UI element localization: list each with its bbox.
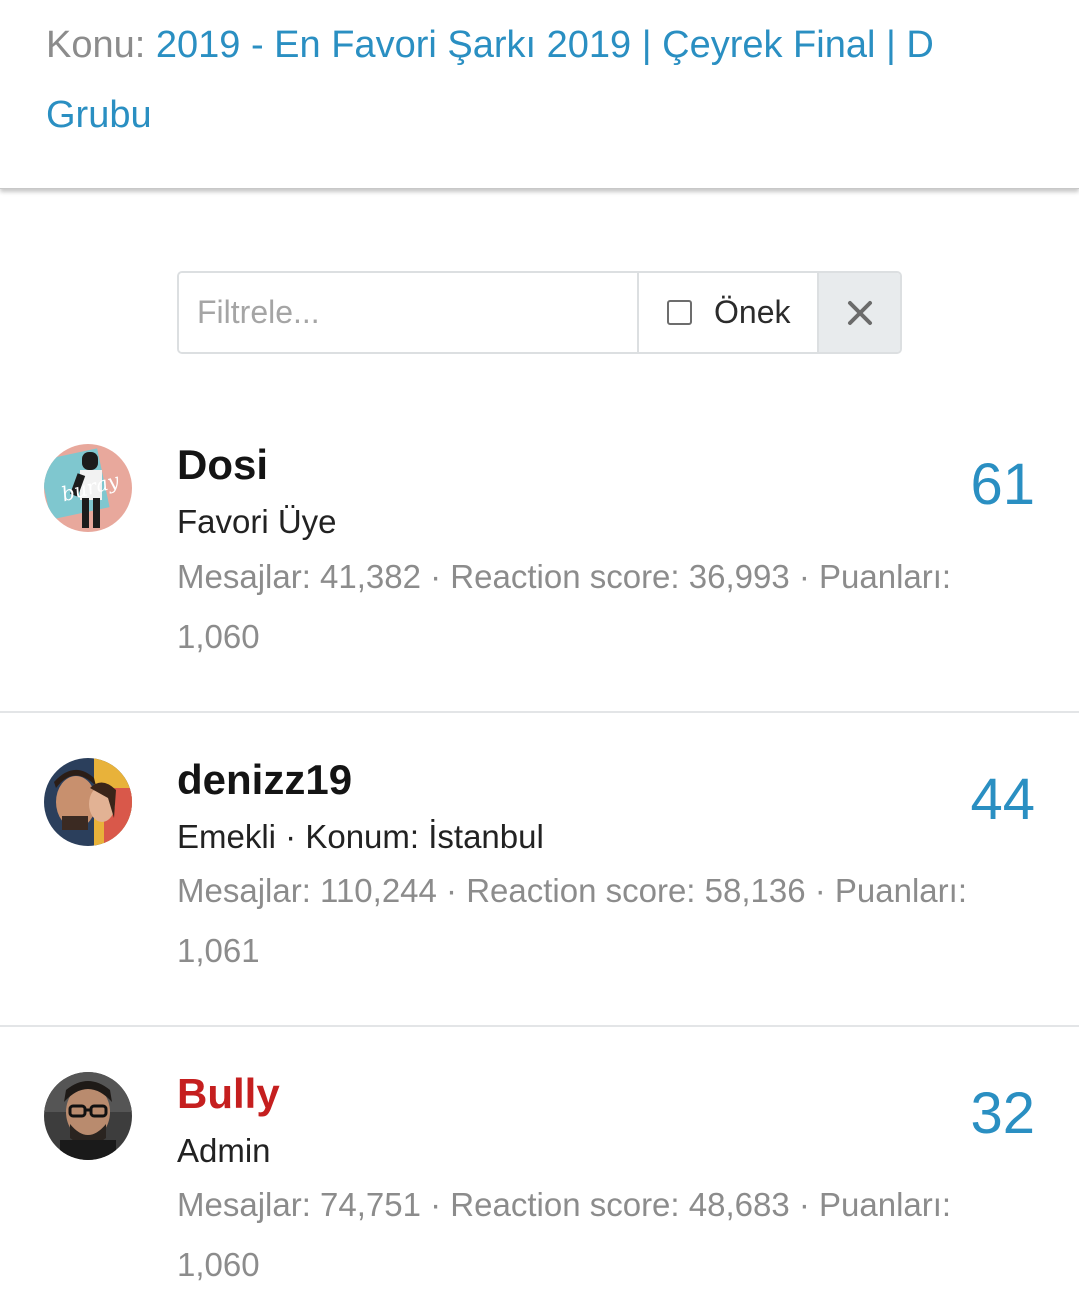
member-user-title: Admin	[177, 1132, 271, 1169]
prefix-toggle[interactable]: Önek	[639, 273, 819, 352]
page-title: Konu: 2019 - En Favori Şarkı 2019 | Çeyr…	[46, 10, 1036, 150]
thread-title-link[interactable]: 2019 - En Favori Şarkı 2019 | Çeyrek Fin…	[46, 24, 934, 136]
clear-filter-button[interactable]	[819, 273, 900, 352]
member-stats: Mesajlar: 74,751 · Reaction score: 48,68…	[177, 1186, 952, 1283]
member-row[interactable]: Bully Admin Mesajlar: 74,751 · Reaction …	[0, 1027, 1079, 1312]
member-row[interactable]: denizz19 Emekli · Konum: İstanbul Mesajl…	[0, 713, 1079, 1026]
member-user-title: Favori Üye	[177, 503, 337, 540]
member-count: 44	[970, 767, 1035, 832]
member-username[interactable]: Bully	[177, 1069, 280, 1119]
avatar[interactable]	[44, 1072, 132, 1160]
prefix-label: Önek	[714, 294, 791, 330]
member-user-title: Emekli · Konum: İstanbul	[177, 818, 544, 855]
filter-input[interactable]	[179, 273, 639, 352]
title-prefix: Konu:	[46, 24, 146, 66]
close-icon	[846, 299, 874, 327]
avatar[interactable]: buray	[44, 444, 132, 532]
member-row[interactable]: buray Dosi Favori Üye Mesajlar: 41,382 ·…	[0, 400, 1079, 712]
member-stats: Mesajlar: 41,382 · Reaction score: 36,99…	[177, 558, 952, 655]
member-filter-bar: Önek	[177, 271, 902, 354]
member-count: 32	[970, 1081, 1035, 1146]
prefix-checkbox[interactable]	[667, 300, 692, 325]
member-stats: Mesajlar: 110,244 · Reaction score: 58,1…	[177, 872, 967, 969]
member-username[interactable]: denizz19	[177, 755, 352, 805]
page-header: Konu: 2019 - En Favori Şarkı 2019 | Çeyr…	[0, 0, 1079, 189]
member-count: 61	[970, 452, 1035, 517]
avatar[interactable]	[44, 758, 132, 846]
member-username[interactable]: Dosi	[177, 440, 268, 490]
